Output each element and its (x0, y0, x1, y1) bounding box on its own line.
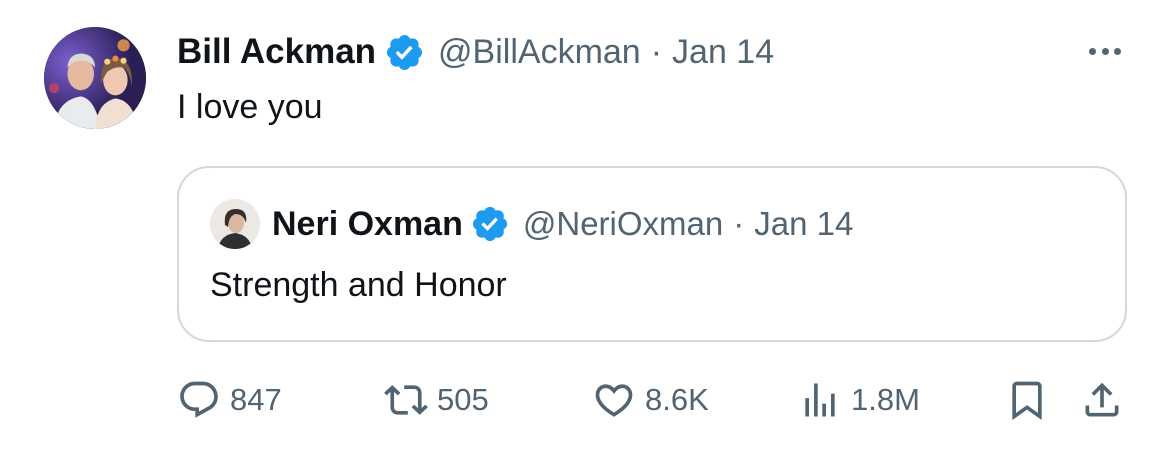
quoted-tweet-text: Strength and Honor (210, 266, 507, 304)
author-avatar[interactable] (44, 27, 146, 129)
reply-count: 847 (230, 382, 282, 417)
reply-button[interactable]: 847 (177, 378, 282, 422)
author-name[interactable]: Bill Ackman (177, 32, 376, 72)
quoted-author-name[interactable]: Neri Oxman (272, 205, 463, 244)
tweet-text: I love you (177, 88, 323, 126)
more-dot (1114, 47, 1121, 55)
views-count: 1.8M (851, 382, 920, 417)
reply-icon (177, 378, 221, 422)
quoted-tweet-date[interactable]: Jan 14 (754, 205, 853, 243)
more-dot (1101, 47, 1109, 55)
repost-button[interactable]: 505 (384, 378, 489, 422)
more-options-icon[interactable] (1085, 36, 1125, 66)
share-icon (1080, 378, 1124, 422)
bookmark-button[interactable] (1005, 378, 1049, 422)
verified-badge-icon[interactable] (384, 32, 425, 73)
views-button[interactable]: 1.8M (798, 378, 920, 422)
quoted-tweet-header: Neri Oxman @NeriOxman · Jan 14 (272, 202, 853, 246)
profile-photo-icon (210, 199, 260, 249)
quoted-tweet[interactable]: Neri Oxman @NeriOxman · Jan 14 Strength … (177, 166, 1127, 342)
profile-photo-icon (44, 27, 146, 129)
heart-icon (592, 378, 636, 422)
repost-count: 505 (437, 382, 489, 417)
tweet-header: Bill Ackman @BillAckman · Jan 14 (177, 30, 774, 74)
verified-badge-icon[interactable] (470, 204, 510, 244)
separator-dot: · (733, 205, 745, 242)
quoted-author-avatar[interactable] (210, 199, 260, 249)
repost-icon (384, 378, 428, 422)
bookmark-icon (1005, 378, 1049, 422)
separator-dot: · (650, 32, 663, 71)
share-button[interactable] (1080, 378, 1124, 422)
views-icon (798, 378, 842, 422)
like-button[interactable]: 8.6K (592, 378, 709, 422)
action-bar: 847 505 8.6K 1.8M (0, 370, 1170, 430)
more-dot (1089, 47, 1096, 55)
tweet[interactable]: Bill Ackman @BillAckman · Jan 14 I love … (0, 0, 1170, 455)
tweet-date[interactable]: Jan 14 (672, 33, 774, 72)
author-handle[interactable]: @BillAckman (438, 33, 641, 72)
like-count: 8.6K (645, 382, 709, 417)
quoted-author-handle[interactable]: @NeriOxman (523, 205, 723, 243)
